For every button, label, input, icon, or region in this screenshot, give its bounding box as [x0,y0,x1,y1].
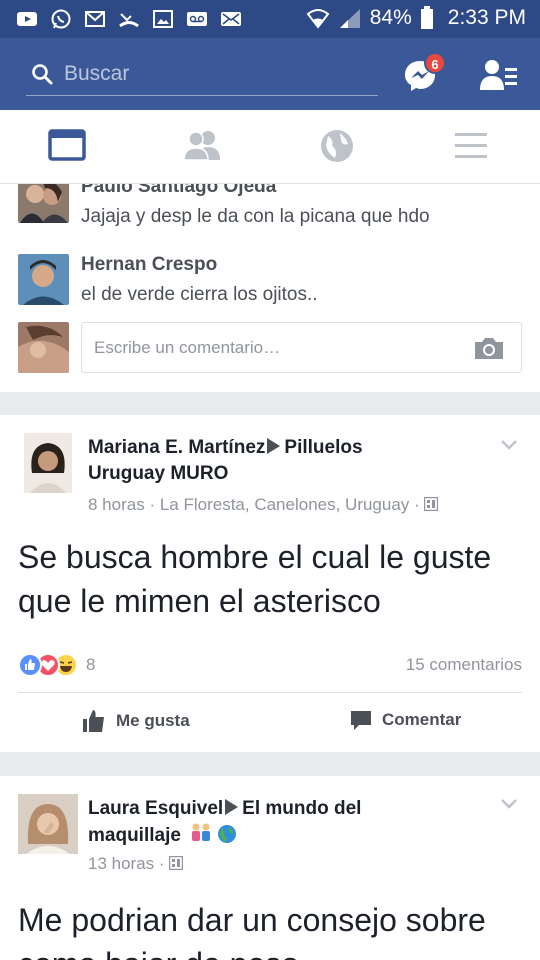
post-author-avatar[interactable] [18,794,78,854]
thumbs-up-icon [83,710,104,732]
group-privacy-icon [169,855,184,871]
status-bar: 84% 2:33 PM [0,0,540,38]
comments-section: Paulo Santiago Ojeda Jajaja y desp le da… [0,184,540,392]
voicemail-icon [187,12,207,26]
feed-post: Laura Esquivel El mundo del maquillaje 13… [0,776,540,960]
earth-globe-icon [218,825,237,843]
search-icon[interactable] [30,62,54,86]
comment-text: Jajaja y desp le da con la picana que hd… [81,206,430,227]
friend-requests-icon[interactable] [480,58,518,92]
search-input[interactable]: Buscar [64,62,129,86]
avatar[interactable] [18,184,69,223]
email-icon [221,12,241,26]
news-feed-icon[interactable] [48,128,88,164]
menu-icon[interactable] [452,128,492,164]
like-button[interactable]: Me gusta [82,709,190,733]
wifi-icon [306,9,330,29]
shared-to-arrow-icon [267,438,281,454]
post-author-avatar[interactable] [24,433,72,493]
comment-author[interactable]: Hernan Crespo [81,254,217,276]
like-label: Me gusta [116,711,190,730]
post-body: Me podrian dar un consejo sobre como baj… [18,902,486,960]
post-time[interactable]: 8 horas [88,495,145,514]
comment-input-placeholder: Escribe un comentario… [94,338,281,357]
post-header: Mariana E. Martínez Pilluelos Uruguay MUR… [88,435,418,487]
friends-icon[interactable] [182,128,222,164]
group-privacy-icon [424,496,439,512]
whatsapp-icon [51,9,71,29]
tab-bar [0,110,540,184]
chevron-down-icon[interactable] [500,439,518,451]
post-author[interactable]: Laura Esquivel [88,798,223,819]
post-header: Laura Esquivel El mundo del maquillaje [88,796,418,849]
chevron-down-icon[interactable] [500,798,518,810]
reactions-count: 8 [86,655,96,674]
clock: 2:33 PM [447,6,526,29]
comment-button[interactable]: Comentar [350,709,461,731]
missed-call-icon [119,13,139,28]
comments-count[interactable]: 15 comentarios [406,655,522,675]
avatar[interactable] [18,254,69,305]
post-meta: 13 horas · [88,854,184,874]
divider [18,692,522,693]
post-author[interactable]: Mariana E. Martínez [88,437,265,458]
gallery-icon [153,10,173,28]
comment-label: Comentar [382,710,462,729]
battery-percent: 84% [369,6,412,29]
comment-icon [351,711,371,730]
signal-icon [339,9,360,28]
my-avatar [18,322,69,373]
shared-to-arrow-icon [225,799,239,815]
post-body: Se busca hombre el cual le guste que le … [18,539,492,619]
feed-post: Mariana E. Martínez Pilluelos Uruguay MUR… [0,415,540,752]
post-meta: 8 horas · La Floresta, Canelones, Urugua… [88,495,439,515]
youtube-icon [17,12,37,26]
search-bar[interactable]: Buscar [26,52,378,96]
post-location[interactable]: La Floresta, Canelones, Uruguay [160,495,409,514]
camera-icon[interactable] [473,336,505,360]
globe-icon[interactable] [318,128,358,164]
post-time[interactable]: 13 horas [88,854,154,873]
comment-author[interactable]: Paulo Santiago Ojeda [81,184,276,198]
gmail-icon [85,11,105,27]
messenger-badge: 6 [424,52,446,74]
top-bar: Buscar 6 [0,38,540,110]
like-reaction-icon [18,653,42,677]
write-comment-row: Escribe un comentario… [18,322,522,374]
battery-icon [420,6,433,29]
comment-input[interactable]: Escribe un comentario… [81,322,522,373]
comment-text: el de verde cierra los ojitos.. [81,284,318,305]
couple-emoji-icon [192,823,211,841]
reactions-summary[interactable]: 8 [18,653,95,677]
